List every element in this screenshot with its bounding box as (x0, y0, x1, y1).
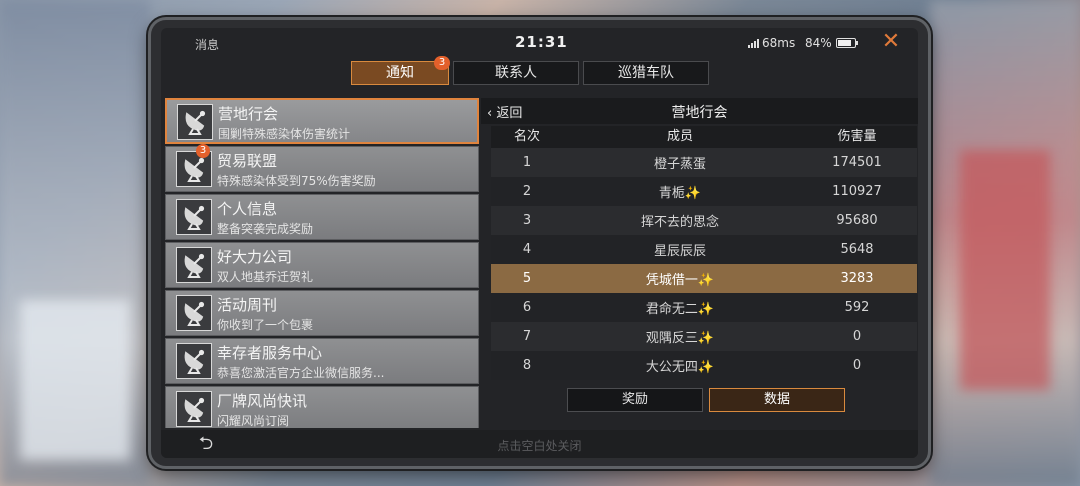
app-name: 消息 (195, 38, 220, 52)
table-row: 3 挥不去的思念 95680 (491, 206, 917, 235)
back-label: 返回 (496, 106, 523, 121)
message-item[interactable]: 3 贸易联盟特殊感染体受到75%伤害奖励 (165, 144, 479, 192)
tab-label: 巡猎车队 (618, 65, 674, 81)
back-button[interactable]: ‹ 返回 (487, 102, 522, 121)
message-title: 个人信息 (217, 200, 278, 218)
message-title: 贸易联盟 (217, 152, 278, 170)
table-row: 4 星辰辰辰 5648 (491, 235, 917, 264)
member-cell: 挥不去的思念 (640, 215, 719, 230)
damage-cell: 110927 (832, 184, 882, 199)
battery-percent: 84% (805, 36, 832, 50)
damage-cell: 3283 (840, 271, 874, 286)
unread-badge: 3 (196, 144, 210, 158)
message-subtitle: 闪耀风尚订阅 (217, 414, 290, 428)
rank-cell: 6 (522, 300, 532, 315)
damage-table: 名次 成员 伤害量 1 橙子蒸蛋 174501 2 青栀✨ 110927 3 挥不去的思念 95… (491, 126, 917, 380)
battery-icon (836, 38, 858, 48)
message-item[interactable]: 营地行会围剿特殊感染体伤害统计 (165, 98, 479, 144)
message-item[interactable]: 幸存者服务中心恭喜您激活官方企业微信服务... (165, 338, 479, 384)
background-building (960, 150, 1050, 390)
message-title: 幸存者服务中心 (217, 344, 323, 362)
message-list[interactable]: 营地行会 围剿特殊感染体伤害统计 3 贸易联盟 特殊感染体受到75%伤害奖励 个人信息 整备… (161, 98, 479, 428)
signal-icon (748, 38, 759, 48)
table-row: 8 大公无四✨ 0 (491, 351, 917, 380)
message-item[interactable]: 好大力公司双人地基乔迁贺礼 (165, 242, 479, 288)
tab-label: 联系人 (495, 65, 537, 81)
rank-cell: 2 (522, 184, 532, 199)
table-row: 1 橙子蒸蛋 174501 (491, 148, 917, 177)
satellite-dish-icon (176, 199, 212, 235)
message-item[interactable]: 个人信息整备突袭完成奖励 (165, 194, 479, 240)
satellite-dish-icon (176, 247, 212, 283)
detail-actions: 奖励 数据 (567, 388, 845, 412)
tab-label: 通知 (386, 65, 414, 81)
tab-notifications[interactable]: 通知 3 (351, 56, 450, 85)
rank-cell: 1 (522, 155, 532, 170)
damage-cell: 174501 (832, 155, 882, 170)
message-subtitle: 双人地基乔迁贺礼 (217, 270, 314, 284)
damage-cell: 95680 (836, 213, 878, 228)
message-title: 厂牌风尚快讯 (217, 392, 308, 410)
phone-device: 消息 21:31 68ms 84% ✕ 通知 3 联系人 巡猎车队 营地行会围剿… (148, 17, 931, 469)
message-item[interactable]: 厂牌风尚快讯闪耀风尚订阅 (165, 386, 479, 428)
table-header: 名次 成员 伤害量 (491, 126, 917, 148)
column-member: 成员 (666, 129, 693, 144)
rank-cell: 4 (522, 242, 532, 257)
message-subtitle: 特殊感染体受到75%伤害奖励 (217, 174, 376, 188)
member-cell: 君命无二✨ (645, 302, 715, 317)
message-title: 好大力公司 (217, 248, 293, 266)
satellite-dish-icon (176, 343, 212, 379)
close-hint: 点击空白处关闭 (497, 439, 582, 453)
table-body: 1 橙子蒸蛋 174501 2 青栀✨ 110927 3 挥不去的思念 95680 4 星辰辰辰 56… (491, 148, 917, 380)
clock: 21:31 (515, 33, 568, 51)
tab-patrol-team[interactable]: 巡猎车队 (583, 61, 709, 85)
table-row: 5 凭城借一✨ 3283 (491, 264, 917, 293)
bottom-bar: ⮌ 点击空白处关闭 (161, 430, 918, 458)
detail-title: 营地行会 (671, 105, 728, 121)
status-bar: 消息 21:31 68ms 84% ✕ (161, 28, 918, 56)
rank-cell: 5 (522, 271, 532, 286)
rank-cell: 3 (522, 213, 532, 228)
member-cell: 橙子蒸蛋 (653, 157, 706, 172)
damage-cell: 0 (852, 329, 862, 344)
message-subtitle: 整备突袭完成奖励 (217, 222, 314, 236)
detail-header: ‹ 返回 营地行会 (481, 98, 918, 124)
message-subtitle: 你收到了一个包裹 (217, 318, 314, 332)
table-row: 6 君命无二✨ 592 (491, 293, 917, 322)
phone-screen: 消息 21:31 68ms 84% ✕ 通知 3 联系人 巡猎车队 营地行会围剿… (161, 28, 918, 458)
message-item[interactable]: 活动周刊你收到了一个包裹 (165, 290, 479, 336)
message-title: 营地行会 (218, 105, 279, 123)
background-building (20, 300, 130, 460)
tab-contacts[interactable]: 联系人 (453, 61, 579, 85)
table-row: 2 青栀✨ 110927 (491, 177, 917, 206)
member-cell: 观隅反三✨ (645, 331, 715, 346)
notification-badge: 3 (434, 56, 450, 70)
latency-text: 68ms (762, 36, 796, 50)
satellite-dish-icon (177, 104, 213, 140)
satellite-dish-icon (176, 295, 212, 331)
battery-fill (838, 40, 852, 46)
column-rank: 名次 (513, 129, 540, 144)
message-subtitle: 恭喜您激活官方企业微信服务... (217, 366, 385, 380)
close-button[interactable]: ✕ (879, 30, 903, 54)
message-subtitle: 围剿特殊感染体伤害统计 (218, 127, 351, 141)
message-title: 活动周刊 (217, 296, 278, 314)
rank-cell: 8 (522, 358, 532, 373)
table-row: 7 观隅反三✨ 0 (491, 322, 917, 351)
damage-cell: 0 (852, 358, 862, 373)
member-cell: 青栀✨ (658, 186, 702, 201)
rank-cell: 7 (522, 329, 532, 344)
member-cell: 星辰辰辰 (653, 244, 706, 259)
data-button[interactable]: 数据 (709, 388, 845, 412)
member-cell: 大公无四✨ (645, 360, 715, 375)
column-damage: 伤害量 (837, 129, 877, 144)
message-detail: ‹ 返回 营地行会 名次 成员 伤害量 1 橙子蒸蛋 174501 2 青栀✨ 11092… (481, 98, 918, 428)
member-cell: 凭城借一✨ (645, 273, 715, 288)
tab-bar: 通知 3 联系人 巡猎车队 (351, 56, 709, 85)
satellite-dish-icon (176, 391, 212, 427)
damage-cell: 592 (844, 300, 870, 315)
damage-cell: 5648 (840, 242, 874, 257)
network-status: 68ms (748, 36, 795, 50)
reward-button[interactable]: 奖励 (567, 388, 703, 412)
